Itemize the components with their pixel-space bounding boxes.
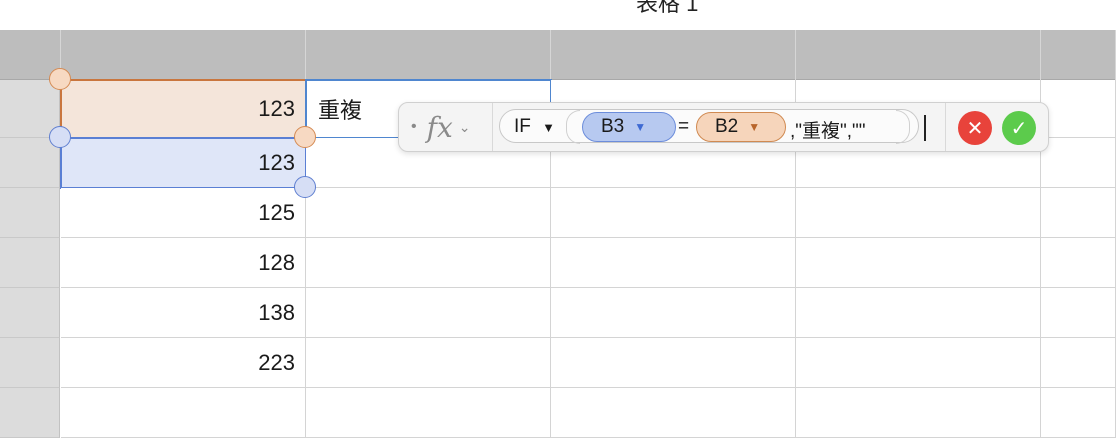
cell-f2[interactable] xyxy=(1041,80,1116,138)
triangle-down-icon[interactable]: ▼ xyxy=(748,120,760,134)
operator-equals: = xyxy=(678,116,690,137)
formula-buttons: ✕ ✓ xyxy=(945,103,1049,151)
cell-c4[interactable] xyxy=(306,188,551,238)
cell-e6[interactable] xyxy=(796,288,1041,338)
range-handle-b2-top-left[interactable] xyxy=(49,68,71,90)
formula-args-text[interactable]: ,"重複","" xyxy=(790,116,866,143)
reference-label-b3: B3 xyxy=(601,116,625,137)
cell-f6[interactable] xyxy=(1041,288,1116,338)
formula-expression[interactable]: IF ▼ B3 ▼ = B2 ▼ ,"重複","" xyxy=(499,109,929,145)
cell-f7[interactable] xyxy=(1041,338,1116,388)
column-header-e[interactable] xyxy=(796,30,1041,80)
spreadsheet-grid: 123 123 125 128 138 223 重複 xyxy=(0,30,1116,438)
cell-d7[interactable] xyxy=(551,338,796,388)
cell-e5[interactable] xyxy=(796,238,1041,288)
cell-d4[interactable] xyxy=(551,188,796,238)
reference-label-b2: B2 xyxy=(715,116,739,137)
column-header-d[interactable] xyxy=(551,30,796,80)
cell-e4[interactable] xyxy=(796,188,1041,238)
function-name[interactable]: IF ▼ xyxy=(514,116,555,138)
cell-d6[interactable] xyxy=(551,288,796,338)
close-paren xyxy=(896,110,910,144)
function-token-if[interactable]: IF ▼ B3 ▼ = B2 ▼ ,"重複","" xyxy=(499,109,919,144)
cell-b3[interactable]: 123 xyxy=(60,137,307,189)
range-handle-b3-bottom-right[interactable] xyxy=(294,176,316,198)
column-header-b[interactable] xyxy=(61,30,306,80)
row-header-4[interactable] xyxy=(0,188,60,238)
cell-f5[interactable] xyxy=(1041,238,1116,288)
cell-f3[interactable] xyxy=(1041,138,1116,188)
column-header-row xyxy=(0,30,1116,80)
cell-b5[interactable]: 128 xyxy=(61,238,306,288)
column-header-c[interactable] xyxy=(306,30,551,80)
range-handle-b3-top-left[interactable] xyxy=(49,126,71,148)
cell-b2[interactable]: 123 xyxy=(60,79,307,139)
row-header-3[interactable] xyxy=(0,138,60,188)
triangle-down-icon[interactable]: ▼ xyxy=(634,120,646,134)
cell-c6[interactable] xyxy=(306,288,551,338)
formula-menu-button[interactable]: • fx ⌄ xyxy=(399,103,493,151)
triangle-down-icon[interactable]: ▼ xyxy=(542,120,555,135)
row-header-6[interactable] xyxy=(0,288,60,338)
cancel-x-icon[interactable]: ✕ xyxy=(958,111,992,145)
chevron-down-icon[interactable]: ⌄ xyxy=(459,119,471,136)
checkmark-icon[interactable]: ✓ xyxy=(1002,111,1036,145)
reference-token-b2[interactable]: B2 ▼ xyxy=(696,112,786,142)
formula-editor[interactable]: • fx ⌄ IF ▼ B3 ▼ = B2 ▼ ,"重複","" ✕ ✓ xyxy=(398,102,1049,152)
range-handle-b2-bottom-right[interactable] xyxy=(294,126,316,148)
cell-c7[interactable] xyxy=(306,338,551,388)
text-caret xyxy=(924,115,926,141)
column-header-f[interactable] xyxy=(1041,30,1116,80)
reference-token-b3[interactable]: B3 ▼ xyxy=(582,112,676,142)
cell-e7[interactable] xyxy=(796,338,1041,388)
sheet-title: 表格 1 xyxy=(636,0,699,16)
row-header-7[interactable] xyxy=(0,338,60,388)
fx-icon: fx xyxy=(426,110,453,144)
cell-c5[interactable] xyxy=(306,238,551,288)
open-paren xyxy=(566,110,580,144)
function-name-label: IF xyxy=(514,116,531,137)
row-header-5[interactable] xyxy=(0,238,60,288)
cell-f4[interactable] xyxy=(1041,188,1116,238)
cell-d5[interactable] xyxy=(551,238,796,288)
cell-b6[interactable]: 138 xyxy=(61,288,306,338)
drag-dot-icon[interactable]: • xyxy=(411,118,417,136)
cell-b7[interactable]: 223 xyxy=(61,338,306,388)
cell-b4[interactable]: 125 xyxy=(61,188,306,238)
